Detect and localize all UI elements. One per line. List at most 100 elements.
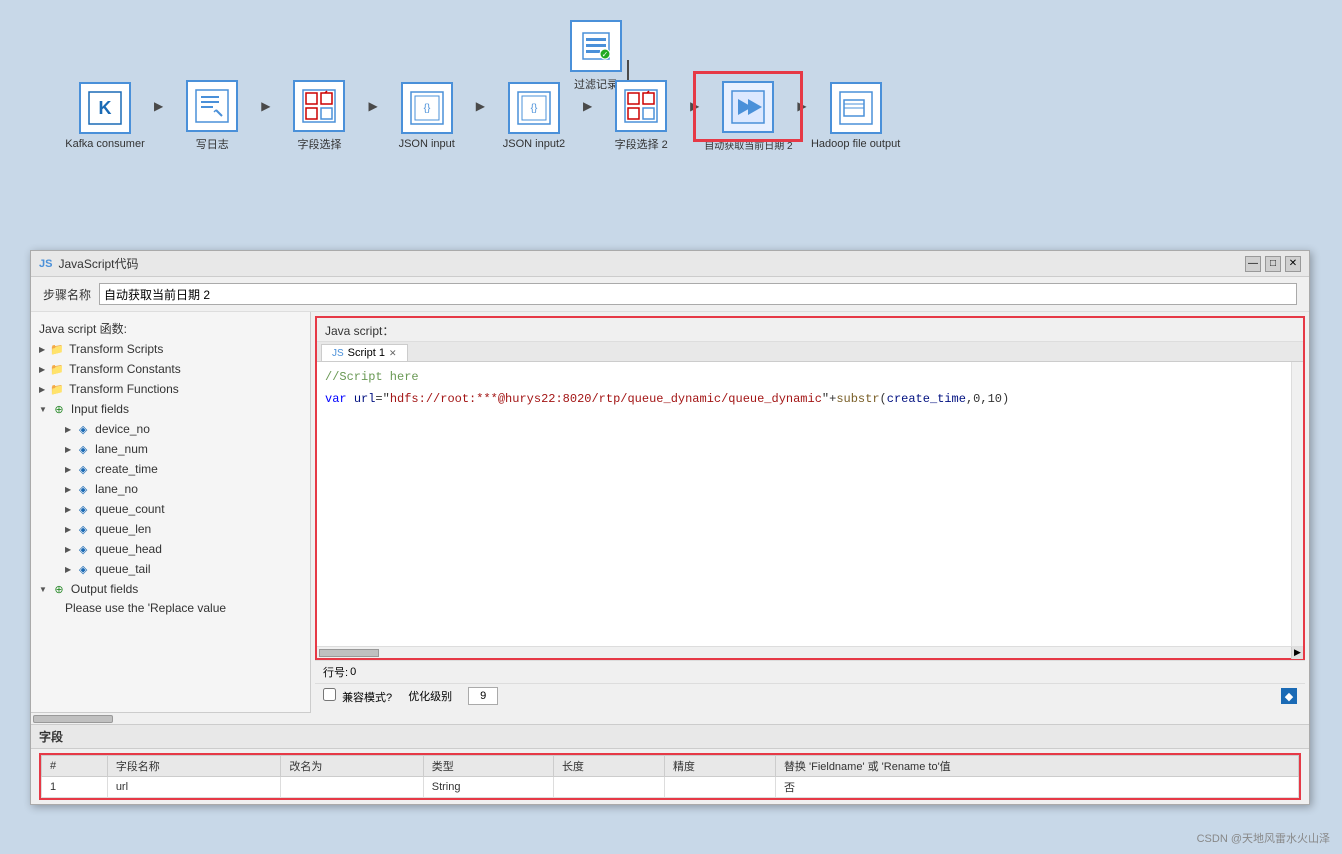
main-content: Java script 函数: ▶ 📁 Transform Scripts ▶ … xyxy=(31,312,1309,712)
script-tab-1[interactable]: JS Script 1 ✕ xyxy=(321,344,408,361)
node-auto-date2-label: 自动获取当前日期 2 xyxy=(704,137,792,152)
tree-item-device-no[interactable]: ▶ ◈ device_no xyxy=(31,419,310,439)
cell-rename xyxy=(281,777,423,798)
field-blue-icon-qcount: ◈ xyxy=(75,501,91,517)
close-button[interactable]: ✕ xyxy=(1285,256,1301,272)
line-number-row: 行号: 0 xyxy=(315,660,1305,683)
tree-item-output-fields[interactable]: ▼ ⊕ Output fields xyxy=(31,579,310,599)
tree-item-queue-head[interactable]: ▶ ◈ queue_head xyxy=(31,539,310,559)
field-green-icon-input: ⊕ xyxy=(51,401,67,417)
opt-level-input[interactable] xyxy=(468,687,498,705)
options-row: 兼容模式? 优化级别 ◆ xyxy=(315,683,1305,708)
script-var-keyword: var xyxy=(325,392,354,406)
options-info-icon: ◆ xyxy=(1285,690,1293,703)
script-tabs: JS Script 1 ✕ xyxy=(317,342,1303,362)
left-scroll-thumb xyxy=(33,715,113,723)
tree-arrow-functions: ▶ xyxy=(39,385,45,394)
compat-mode-checkbox[interactable] xyxy=(323,688,336,701)
node-auto-date2[interactable]: 自动获取当前日期 2 xyxy=(703,81,793,152)
tree-item-transform-scripts[interactable]: ▶ 📁 Transform Scripts xyxy=(31,339,310,359)
tree-arrow-device: ▶ xyxy=(65,425,71,434)
table-row[interactable]: 1 url String 否 xyxy=(42,777,1299,798)
node-hadoop-output[interactable]: Hadoop file output xyxy=(811,82,901,150)
tree-label-lane-no: lane_no xyxy=(95,482,138,496)
field-blue-icon-create: ◈ xyxy=(75,461,91,477)
node-log[interactable]: 写日志 xyxy=(167,80,257,152)
compat-mode-checkbox-label: 兼容模式? xyxy=(323,688,392,705)
field-blue-icon-device: ◈ xyxy=(75,421,91,437)
node-field-select[interactable]: 字段选择 xyxy=(274,80,364,152)
col-type: 类型 xyxy=(423,756,553,777)
col-rename: 改名为 xyxy=(281,756,423,777)
scroll-right-arrow[interactable]: ▶ xyxy=(1291,647,1303,659)
tree-item-input-fields[interactable]: ▼ ⊕ Input fields xyxy=(31,399,310,419)
node-kafka-label: Kafka consumer xyxy=(65,138,144,150)
script-code-line: var url="hdfs://root:***@hurys22:8020/rt… xyxy=(325,392,1295,406)
left-panel: Java script 函数: ▶ 📁 Transform Scripts ▶ … xyxy=(31,312,311,712)
tree-item-queue-tail[interactable]: ▶ ◈ queue_tail xyxy=(31,559,310,579)
folder-icon-constants: 📁 xyxy=(49,361,65,377)
arrow-6 xyxy=(690,99,699,113)
fields-table-wrapper: # 字段名称 改名为 类型 长度 精度 替换 'Fieldname' 或 'Re… xyxy=(39,753,1301,800)
tree-arrow-scripts: ▶ xyxy=(39,345,45,354)
tree-label-transform-functions: Transform Functions xyxy=(69,382,179,396)
compat-mode-label: 兼容模式? xyxy=(342,692,392,704)
step-name-label: 步骤名称 xyxy=(43,286,91,303)
tree-arrow-qtail: ▶ xyxy=(65,565,71,574)
script-tab-close-icon[interactable]: ✕ xyxy=(389,348,397,359)
pipeline-area: ✓ 过滤记录 ▼ K Kafka consumer xyxy=(0,0,1342,260)
pipeline-nodes: K Kafka consumer 写日志 xyxy=(60,80,901,152)
maximize-button[interactable]: □ xyxy=(1265,256,1281,272)
svg-text:{}: {} xyxy=(423,103,430,114)
script-scrollbar-bottom[interactable]: ▶ xyxy=(317,646,1303,658)
line-num-value: 0 xyxy=(350,666,356,678)
fields-table: # 字段名称 改名为 类型 长度 精度 替换 'Fieldname' 或 'Re… xyxy=(41,755,1299,798)
tree-arrow-input: ▼ xyxy=(39,405,47,414)
left-panel-hscrollbar[interactable] xyxy=(31,712,311,724)
tree-item-queue-count[interactable]: ▶ ◈ queue_count xyxy=(31,499,310,519)
options-info-button[interactable]: ◆ xyxy=(1281,688,1297,704)
node-field-select2[interactable]: 字段选择 2 xyxy=(596,80,686,152)
arrow-2 xyxy=(261,99,270,113)
script-comment-text: //Script here xyxy=(325,370,419,384)
tree-item-lane-num[interactable]: ▶ ◈ lane_num xyxy=(31,439,310,459)
watermark: CSDN @天地风雷水火山泽 xyxy=(1197,830,1330,846)
col-num: # xyxy=(42,756,108,777)
node-json-input-label: JSON input xyxy=(399,138,455,150)
script-param-create: create_time xyxy=(887,392,966,406)
field-blue-icon-qtail: ◈ xyxy=(75,561,91,577)
script-pwd: *** xyxy=(476,392,498,406)
step-name-row: 步骤名称 xyxy=(31,277,1309,312)
tree-item-create-time[interactable]: ▶ ◈ create_time xyxy=(31,459,310,479)
tree-item-lane-no[interactable]: ▶ ◈ lane_no xyxy=(31,479,310,499)
minimize-button[interactable]: — xyxy=(1245,256,1261,272)
tree-label-queue-len: queue_len xyxy=(95,522,151,536)
cell-precision xyxy=(664,777,775,798)
svg-text:K: K xyxy=(99,98,112,118)
cell-length xyxy=(553,777,664,798)
node-json-input2[interactable]: {} JSON input2 xyxy=(489,82,579,150)
script-function-substr: substr xyxy=(836,392,879,406)
tree-arrow-output: ▼ xyxy=(39,585,47,594)
tree-item-queue-len[interactable]: ▶ ◈ queue_len xyxy=(31,519,310,539)
col-replace: 替换 'Fieldname' 或 'Rename to'值 xyxy=(775,756,1298,777)
script-scrollbar-right[interactable] xyxy=(1291,362,1303,646)
tree-item-transform-functions[interactable]: ▶ 📁 Transform Functions xyxy=(31,379,310,399)
node-json-input[interactable]: {} JSON input xyxy=(382,82,472,150)
node-field-select2-label: 字段选择 2 xyxy=(615,136,668,152)
arrow-5 xyxy=(583,99,592,113)
script-editor[interactable]: //Script here var url="hdfs://root:***@h… xyxy=(317,362,1303,646)
cell-replace: 否 xyxy=(775,777,1298,798)
tree-label-device-no: device_no xyxy=(95,422,150,436)
node-kafka[interactable]: K Kafka consumer xyxy=(60,82,150,150)
tree-arrow-create: ▶ xyxy=(65,465,71,474)
tree-label-lane-num: lane_num xyxy=(95,442,148,456)
dialog-title-text: JavaScript代码 xyxy=(58,255,138,272)
tree-arrow-qhead: ▶ xyxy=(65,545,71,554)
step-name-input[interactable] xyxy=(99,283,1297,305)
tree-item-transform-constants[interactable]: ▶ 📁 Transform Constants xyxy=(31,359,310,379)
dialog-body: 步骤名称 Java script 函数: ▶ 📁 Transform Scrip… xyxy=(31,277,1309,804)
svg-text:✓: ✓ xyxy=(602,50,609,59)
script-section-label: Java script： xyxy=(317,318,1303,342)
field-blue-icon-laneno: ◈ xyxy=(75,481,91,497)
